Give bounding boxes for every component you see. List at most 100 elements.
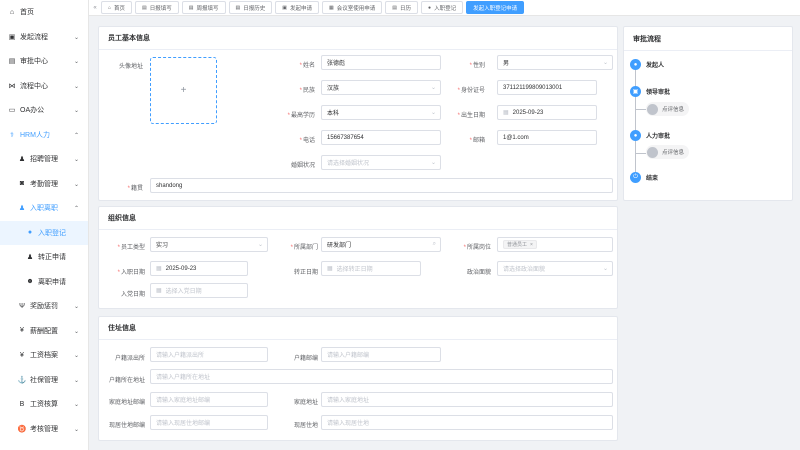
trophy-icon: Ψ — [19, 302, 25, 310]
idcard-input[interactable]: 371121199809013001 — [497, 80, 597, 95]
post-tag[interactable]: 普通员工 × — [503, 240, 537, 249]
sidebar-item-label: 工资档案 — [30, 352, 58, 360]
current-zip-label: 现居住地邮编 — [108, 423, 145, 429]
hukou-addr-input[interactable]: 请输入户籍所在地址 — [150, 369, 613, 384]
approval-flow-title: 审批流程 — [624, 27, 792, 51]
post-tag-text: 普通员工 — [507, 242, 528, 248]
education-select[interactable]: 本科 ⌄ — [321, 105, 441, 120]
gender-label: 性别 — [472, 63, 485, 69]
leader-comment[interactable]: 点评信息 — [646, 102, 690, 116]
sidebar-item-salary-archive[interactable]: ¥ 工资档案 ⌄ — [0, 343, 88, 368]
tab-report-history[interactable]: ▤ 日报历史 — [228, 1, 273, 14]
avatar-uploader[interactable]: + — [150, 57, 217, 124]
ethnic-label: 民族 — [302, 88, 315, 94]
sidebar-item-label: 招聘管理 — [30, 156, 58, 164]
home-addr-input[interactable]: 请输入家庭地址 — [321, 392, 613, 407]
sidebar-item-flow-center[interactable]: ⋈ 流程中心 ⌄ — [0, 74, 88, 99]
chevron-down-icon: ⌄ — [430, 110, 436, 116]
user-icon: ● — [428, 4, 432, 11]
native-input[interactable]: shandong — [150, 178, 613, 193]
sidebar-item-label: 转正申请 — [38, 254, 66, 262]
dept-label: 所属部门 — [293, 245, 318, 251]
post-select[interactable]: 普通员工 × — [497, 237, 613, 252]
marriage-select[interactable]: 请选择婚姻状况 ⌄ — [321, 155, 441, 170]
hukou-station-label: 户籍派出所 — [114, 356, 145, 362]
tab-onboard-apply[interactable]: 发起入职登记申请 — [466, 1, 525, 14]
politic-select[interactable]: 请选择政治面貌 ⌄ — [497, 261, 613, 276]
dept-select[interactable]: 研发部门 ⌕ — [321, 237, 441, 252]
tab-onboard-register[interactable]: ● 入职登记 — [421, 1, 464, 14]
hukou-addr-placeholder: 请输入户籍所在地址 — [156, 375, 211, 381]
hukou-zip-input[interactable]: 请输入户籍邮编 — [321, 347, 441, 362]
sidebar-item-recruit[interactable]: ♟ 招聘管理 ⌄ — [0, 147, 88, 172]
sidebar-item-hrm[interactable]: ⚕ HRM人力 ⌃ — [0, 123, 88, 148]
tab-home[interactable]: ⌂ 首页 — [101, 1, 133, 14]
home-zip-input[interactable]: 请输入家庭地址邮编 — [150, 392, 268, 407]
flow-icon: ⋈ — [8, 82, 16, 90]
birth-date-picker[interactable]: ▦ 2025-09-23 — [497, 105, 597, 120]
sidebar-item-label: 首页 — [20, 9, 34, 17]
search-icon: ⌕ — [432, 241, 436, 247]
name-input[interactable]: 张德彪 — [321, 55, 441, 70]
party-date-picker[interactable]: ▦ 选择入党日期 — [150, 283, 248, 298]
home-addr-label: 家庭地址 — [293, 400, 318, 406]
sidebar-item-start-flow[interactable]: ▣ 发起流程 ⌄ — [0, 25, 88, 50]
sidebar-item-attendance[interactable]: ◙ 考勤管理 ⌄ — [0, 172, 88, 197]
grid-icon: ▦ — [329, 4, 334, 11]
chevron-down-icon: ⌄ — [257, 242, 263, 248]
entry-date-label: 入职日期 — [120, 270, 145, 276]
current-addr-input[interactable]: 请输入现居住地 — [321, 415, 613, 430]
face-icon: ☻ — [26, 278, 34, 286]
approval-icon: ▤ — [8, 58, 16, 66]
sidebar-item-reward[interactable]: Ψ 奖励惩罚 ⌄ — [0, 294, 88, 319]
sidebar-item-oa[interactable]: ▭ OA办公 ⌄ — [0, 98, 88, 123]
party-date-label: 入党日期 — [120, 292, 145, 298]
employee-type-label: 员工类型 — [120, 245, 145, 251]
sidebar-item-social-security[interactable]: ⚓ 社保管理 ⌄ — [0, 368, 88, 393]
tab-weekly-report[interactable]: ▤ 周报填写 — [181, 1, 226, 14]
phone-input[interactable]: 15667387654 — [321, 130, 441, 145]
email-input[interactable]: 1@1.com — [497, 130, 597, 145]
tab-label: 日历 — [400, 5, 412, 12]
regular-date-picker[interactable]: ▦ 选择转正日期 — [321, 261, 421, 276]
camera-icon: ◙ — [19, 180, 25, 188]
tab-meeting-room[interactable]: ▦ 会议室使用申请 — [322, 1, 383, 14]
regular-date-placeholder: 选择转正日期 — [336, 267, 373, 273]
politic-label: 政治面貌 — [466, 270, 491, 276]
sidebar-item-salary-config[interactable]: ¥ 薪酬配置 ⌄ — [0, 319, 88, 344]
tab-daily-report[interactable]: ▤ 日报填写 — [135, 1, 179, 14]
dept-value: 研发部门 — [327, 243, 352, 249]
sidebar-item-onboard-leave[interactable]: ♟ 入职离职 ⌃ — [0, 196, 88, 221]
sidebar-item-regularization[interactable]: ♟ 转正申请 — [0, 245, 88, 270]
ethnic-value: 汉族 — [327, 86, 340, 92]
sidebar-item-assessment[interactable]: ♉ 考核管理 ⌄ — [0, 417, 88, 442]
avatar — [647, 146, 658, 158]
sidebar-item-resignation[interactable]: ☻ 离职申请 — [0, 270, 88, 295]
sidebar-item-approval[interactable]: ▤ 审批中心 ⌄ — [0, 49, 88, 74]
home-addr-placeholder: 请输入家庭地址 — [327, 398, 370, 404]
tab-label: 会议室使用申请 — [336, 5, 376, 12]
current-zip-placeholder: 请输入现居住地邮编 — [156, 421, 211, 427]
hr-comment[interactable]: 点评信息 — [646, 145, 690, 159]
home-icon: ⌂ — [9, 8, 15, 16]
tab-calendar[interactable]: ▤ 日历 — [385, 1, 419, 14]
collapse-icon[interactable]: « — [89, 5, 101, 11]
hukou-station-input[interactable]: 请输入户籍派出所 — [150, 347, 268, 362]
sidebar-item-onboard-register[interactable]: ● 入职登记 — [0, 220, 88, 245]
anchor-icon: ⚓ — [17, 376, 27, 384]
entry-date-value: 2025-09-23 — [165, 265, 197, 272]
phone-value: 15667387654 — [327, 134, 364, 141]
calendar-icon: ▦ — [156, 288, 162, 294]
sidebar-item-label: 考核管理 — [30, 425, 58, 433]
employee-type-select[interactable]: 实习 ⌄ — [150, 237, 268, 252]
entry-date-picker[interactable]: ▦ 2025-09-23 — [150, 261, 248, 276]
sidebar-item-home[interactable]: ⌂ 首页 — [0, 0, 88, 25]
ethnic-select[interactable]: 汉族 ⌄ — [321, 80, 441, 95]
sidebar-item-salary-calc[interactable]: B 工资核算 ⌄ — [0, 392, 88, 417]
send-icon: ▣ — [282, 4, 288, 11]
org-info-card: 组织信息 *员工类型 实习 ⌄ *所属部门 研发部门 ⌕ *所属岗位 普通员工 × *… — [98, 206, 618, 309]
gender-select[interactable]: 男 ⌄ — [497, 55, 613, 70]
close-icon[interactable]: × — [530, 242, 533, 248]
current-zip-input[interactable]: 请输入现居住地邮编 — [150, 415, 268, 430]
tab-start-apply[interactable]: ▣ 发起申请 — [275, 1, 320, 14]
